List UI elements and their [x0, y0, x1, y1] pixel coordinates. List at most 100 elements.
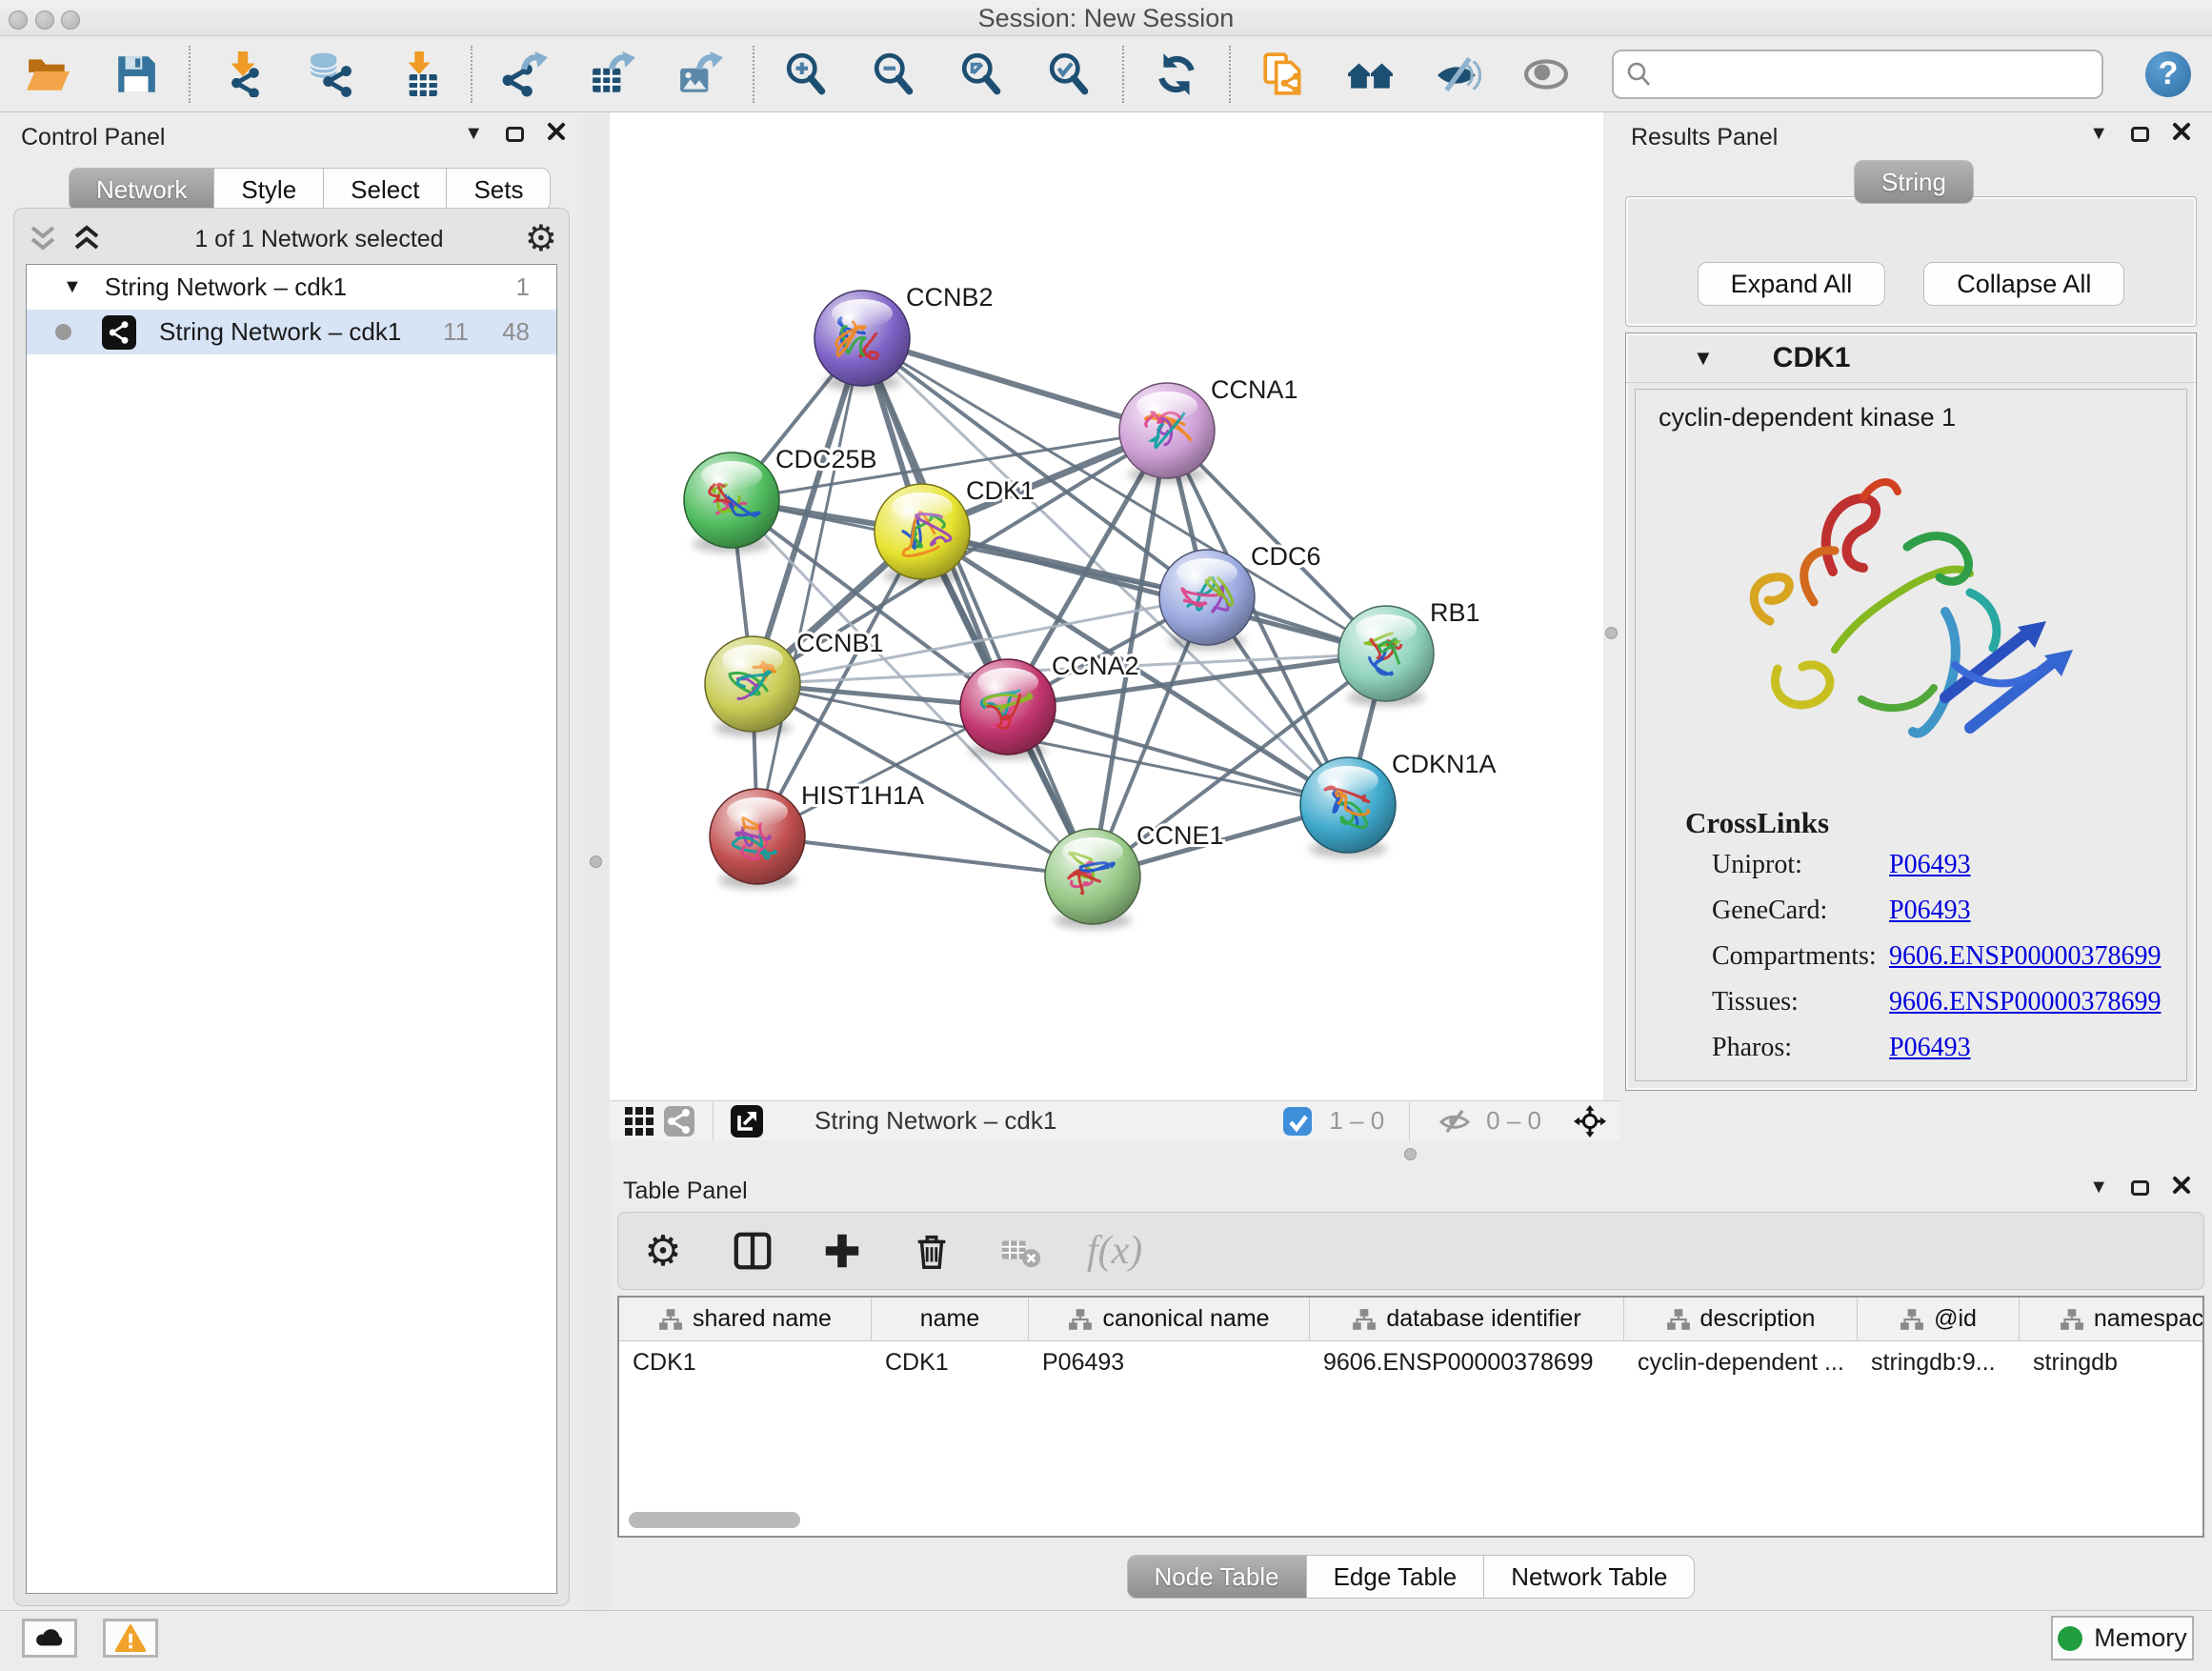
share-view-icon[interactable]	[659, 1102, 699, 1140]
column-header-database-identifier[interactable]: database identifier	[1310, 1298, 1624, 1340]
crosslink-link[interactable]: P06493	[1889, 1033, 1971, 1063]
panel-menu-icon[interactable]: ▼	[2089, 123, 2108, 145]
network-collection-row[interactable]: ▼ String Network – cdk1 1	[27, 265, 556, 310]
tab-node-table[interactable]: Node Table	[1127, 1555, 1307, 1599]
split-columns-icon[interactable]	[729, 1227, 776, 1275]
edge[interactable]	[757, 836, 1093, 876]
network-row-selected[interactable]: String Network – cdk1 11 48	[27, 310, 556, 354]
column-header-shared-name[interactable]: shared name	[619, 1298, 872, 1340]
open-in-window-icon[interactable]	[727, 1102, 767, 1140]
column-header-canonical-name[interactable]: canonical name	[1029, 1298, 1310, 1340]
horizontal-splitter[interactable]	[610, 1140, 2212, 1170]
splitter-grip[interactable]	[590, 856, 602, 868]
open-session-icon[interactable]	[25, 50, 72, 98]
node-CCNB2[interactable]: CCNB2	[814, 283, 994, 391]
table-panel: Table Panel ▼ ⚙ f(x) shared namenamecano…	[610, 1170, 2212, 1610]
memory-button[interactable]: Memory	[2051, 1616, 2194, 1661]
horizontal-scrollbar[interactable]	[629, 1512, 800, 1528]
protein-section-header[interactable]: ▼ CDK1	[1626, 333, 2196, 383]
birdseye-icon[interactable]	[1570, 1102, 1610, 1140]
column-header-name[interactable]: name	[872, 1298, 1029, 1340]
column-header-namespace[interactable]: namespace	[2020, 1298, 2204, 1340]
search-box[interactable]	[1612, 50, 2103, 99]
results-panel-title: Results Panel	[1631, 124, 1778, 151]
control-panel: Control Panel ▼ NetworkStyleSelectSets 1…	[0, 112, 583, 1610]
show-all-icon	[1522, 50, 1570, 98]
node-CCNA1[interactable]: CCNA1	[1119, 375, 1298, 483]
panel-float-icon[interactable]	[2131, 127, 2149, 142]
collapse-all-button[interactable]: Collapse All	[1923, 262, 2124, 306]
splitter-grip[interactable]	[1404, 1148, 1417, 1160]
import-network-file-icon[interactable]	[219, 50, 267, 98]
delete-column-icon[interactable]	[908, 1227, 955, 1275]
tab-edge-table[interactable]: Edge Table	[1307, 1555, 1485, 1599]
network-canvas[interactable]: CCNB2CCNA1CDC25BCDK1CDC6RB1CCNB1CCNA2CDK…	[610, 112, 1603, 1100]
search-input[interactable]	[1663, 59, 2090, 89]
help-button[interactable]: ?	[2145, 51, 2191, 97]
panel-float-icon[interactable]	[506, 127, 524, 142]
copy-network-icon[interactable]	[1259, 50, 1307, 98]
selected-checkbox-icon[interactable]	[1277, 1102, 1317, 1140]
zoom-in-icon[interactable]	[783, 50, 831, 98]
export-table-icon[interactable]	[589, 50, 636, 98]
results-panel: Results Panel ▼ String Expand All Collap…	[1619, 112, 2212, 1140]
panel-menu-icon[interactable]: ▼	[464, 123, 483, 145]
node-CCNE1[interactable]: CCNE1	[1045, 821, 1224, 929]
expand-all-icon[interactable]	[70, 223, 104, 255]
node-HIST1H1A[interactable]: HIST1H1A	[710, 781, 924, 889]
import-table-file-icon[interactable]	[394, 50, 442, 98]
splitter-grip[interactable]	[1605, 627, 1618, 639]
node-CDKN1A[interactable]: CDKN1A	[1300, 750, 1497, 857]
network-view-title: String Network – cdk1	[814, 1106, 1056, 1136]
zoom-fit-icon[interactable]	[958, 50, 1006, 98]
tab-style[interactable]: Style	[214, 168, 324, 211]
expand-all-button[interactable]: Expand All	[1698, 262, 1886, 306]
tab-select[interactable]: Select	[324, 168, 447, 211]
crosslink-link[interactable]: 9606.ENSP00000378699	[1889, 941, 2161, 972]
column-header-@id[interactable]: @id	[1858, 1298, 2020, 1340]
table-row[interactable]: CDK1CDK1P064939606.ENSP00000378699cyclin…	[619, 1341, 2202, 1385]
panel-close-icon[interactable]	[2172, 1176, 2191, 1199]
hide-selected-icon[interactable]	[1435, 50, 1482, 98]
control-panel-title: Control Panel	[21, 124, 165, 151]
warning-button[interactable]	[103, 1619, 158, 1658]
grid-view-icon[interactable]	[619, 1102, 659, 1140]
network-label: String Network – cdk1	[159, 317, 401, 347]
home-view-icon[interactable]	[1347, 50, 1395, 98]
collapse-all-icon[interactable]	[26, 223, 60, 255]
node-RB1[interactable]: RB1	[1338, 598, 1480, 706]
crosslink-link[interactable]: 9606.ENSP00000378699	[1889, 987, 2161, 1017]
node-label: CCNA2	[1052, 652, 1139, 680]
save-session-icon[interactable]	[112, 50, 160, 98]
section-expander-icon[interactable]: ▼	[1693, 346, 1714, 371]
node-label: CCNE1	[1136, 821, 1224, 850]
gear-icon[interactable]: ⚙	[525, 223, 557, 255]
node-CDC6[interactable]: CDC6	[1159, 542, 1321, 650]
tab-sets[interactable]: Sets	[447, 168, 551, 211]
crosslink-link[interactable]: P06493	[1889, 850, 1971, 880]
tab-string[interactable]: String	[1854, 160, 1974, 204]
collection-count: 1	[516, 272, 530, 302]
panel-menu-icon[interactable]: ▼	[2089, 1177, 2108, 1198]
tab-network[interactable]: Network	[69, 168, 214, 211]
zoom-out-icon[interactable]	[871, 50, 918, 98]
column-header-description[interactable]: description	[1624, 1298, 1858, 1340]
refresh-view-icon[interactable]	[1153, 50, 1200, 98]
panel-close-icon[interactable]	[2172, 122, 2191, 146]
add-column-icon[interactable]	[818, 1227, 866, 1275]
vertical-splitter[interactable]	[583, 112, 610, 1610]
panel-close-icon[interactable]	[547, 122, 566, 146]
tab-network-table[interactable]: Network Table	[1484, 1555, 1695, 1599]
right-splitter[interactable]	[1603, 112, 1619, 1140]
import-network-database-icon[interactable]	[307, 50, 354, 98]
crosslink-link[interactable]: P06493	[1889, 896, 1971, 926]
export-network-icon[interactable]	[501, 50, 549, 98]
export-image-icon[interactable]	[676, 50, 724, 98]
string-network-icon	[102, 315, 136, 350]
tree-expander-icon[interactable]: ▼	[63, 276, 82, 298]
table-settings-gear-icon[interactable]: ⚙	[639, 1227, 687, 1275]
cloud-button[interactable]	[22, 1619, 77, 1658]
selection-status: 1 of 1 Network selected	[113, 226, 525, 253]
zoom-selected-icon[interactable]	[1046, 50, 1094, 98]
panel-float-icon[interactable]	[2131, 1180, 2149, 1196]
